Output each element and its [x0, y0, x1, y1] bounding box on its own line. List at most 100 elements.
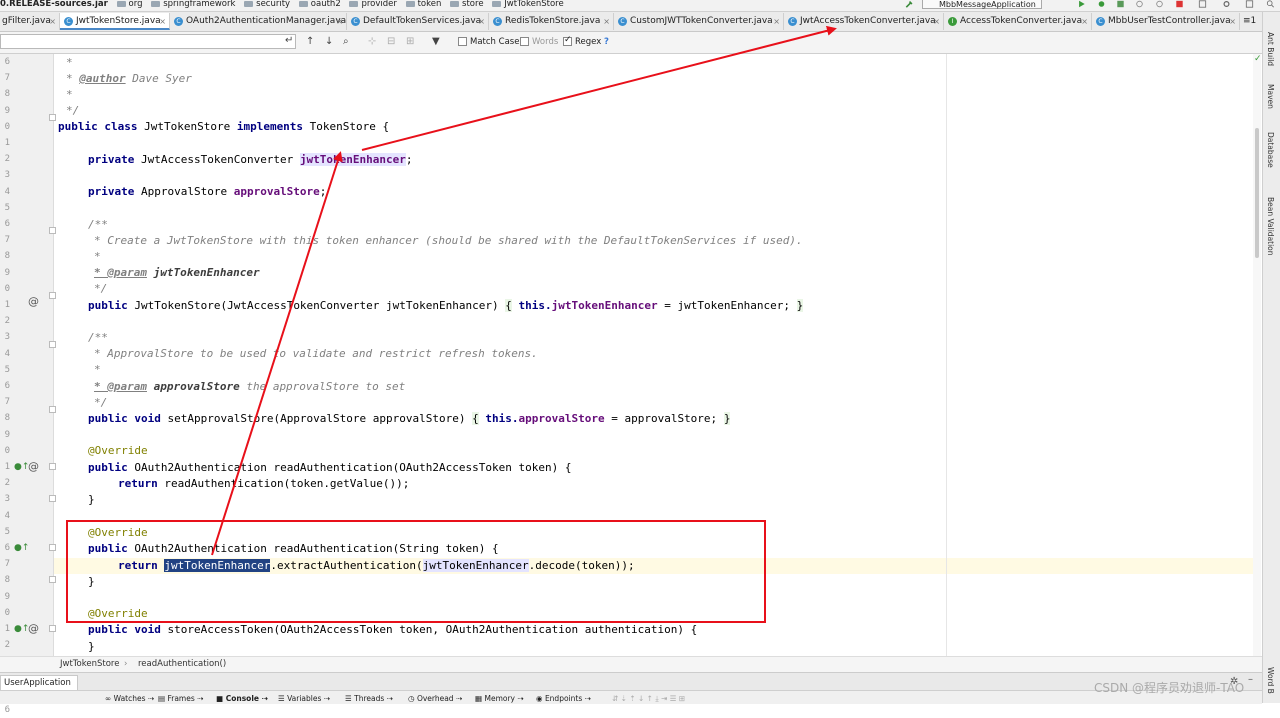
line-number: 1 — [4, 462, 10, 472]
breadcrumb-method[interactable]: readAuthentication() — [138, 659, 226, 669]
crumb-provider[interactable]: provider — [349, 0, 397, 9]
next-occurrence-icon[interactable]: ↓ — [325, 36, 333, 48]
line-number: 7 — [4, 73, 10, 84]
coverage-icon[interactable] — [1116, 0, 1125, 8]
code-line: * Create a JwtTokenStore with this token… — [94, 234, 803, 247]
close-icon[interactable]: × — [336, 13, 343, 30]
implements-marker-icon[interactable]: ●↑ — [14, 540, 29, 556]
class-icon: C — [351, 17, 360, 26]
settings-icon[interactable] — [1222, 0, 1231, 8]
debug-tab-variables[interactable]: ☰ Variables ⇢ — [278, 694, 330, 703]
filter-icon[interactable]: ▼ — [432, 36, 440, 48]
folder-icon — [349, 0, 359, 7]
attach-icon[interactable] — [1155, 0, 1164, 8]
tool-tab-database[interactable]: Database — [1266, 132, 1275, 168]
close-icon[interactable]: × — [773, 13, 780, 30]
line-number: 9 — [4, 429, 10, 440]
project-structure-icon[interactable] — [1198, 0, 1207, 8]
crumb-security[interactable]: security — [244, 0, 290, 9]
code-line: * — [66, 56, 73, 69]
line-number: 7 — [4, 235, 10, 246]
close-icon[interactable]: × — [603, 13, 610, 30]
close-icon[interactable]: × — [478, 13, 485, 30]
crumb-store[interactable]: store — [450, 0, 484, 9]
watermark: CSDN @程序员劝退师-TAO — [1094, 681, 1245, 695]
tab-defaulttokenservices[interactable]: C DefaultTokenServices.java × — [347, 13, 489, 30]
tab-accesstokenconverter[interactable]: I AccessTokenConverter.java × — [944, 13, 1092, 30]
tab-jwtaccesstokenconverter[interactable]: C JwtAccessTokenConverter.java × — [784, 13, 944, 30]
search-input[interactable] — [0, 34, 296, 49]
line-number: 0 — [4, 445, 10, 456]
debug-tab-overhead[interactable]: ◷ Overhead ⇢ — [408, 694, 462, 703]
line-number: 9 — [4, 591, 10, 602]
crumb-springframework[interactable]: springframework — [151, 0, 235, 9]
override-marker-icon[interactable]: @ — [28, 459, 39, 475]
tool-tab-maven[interactable]: Maven — [1266, 84, 1275, 109]
code-line: } — [88, 493, 95, 506]
code-line: private JwtAccessTokenConverter jwtToken… — [88, 153, 413, 166]
clear-search-icon[interactable]: ↵ — [285, 35, 293, 47]
scrollbar-thumb[interactable] — [1255, 128, 1259, 258]
code-line: @Override — [88, 444, 148, 457]
debug-tab-endpoints[interactable]: ◉ Endpoints ⇢ — [536, 694, 591, 703]
search-everywhere-icon[interactable] — [1266, 0, 1275, 8]
tab-mbbusertestcontroller[interactable]: C MbbUserTestController.java × — [1092, 13, 1240, 30]
hammer-icon[interactable] — [905, 0, 914, 8]
unselect-occurrence-icon[interactable]: ⊟ — [387, 36, 395, 48]
select-all-occurrences-icon[interactable]: ⊞ — [406, 36, 414, 48]
tool-tab-bean-validation[interactable]: Bean Validation — [1266, 197, 1275, 256]
stop-icon[interactable] — [1175, 0, 1184, 8]
tab-customjwttokenconverter[interactable]: C CustomJWTTokenConverter.java × — [614, 13, 784, 30]
debug-tab-memory[interactable]: ▦ Memory ⇢ — [475, 694, 524, 703]
previous-occurrence-icon[interactable]: ↑ — [306, 36, 314, 48]
override-marker-icon[interactable]: @ — [28, 621, 39, 637]
code-line: * @author Dave Syer — [66, 72, 192, 85]
close-icon[interactable]: × — [159, 13, 166, 30]
line-number: 2 — [4, 154, 10, 165]
close-icon[interactable]: × — [1081, 13, 1088, 30]
crumb-org[interactable]: org — [116, 0, 142, 9]
words-checkbox[interactable] — [520, 37, 529, 46]
class-icon: C — [788, 17, 797, 26]
debug-tab-threads[interactable]: ☰ Threads ⇢ — [345, 694, 393, 703]
minimize-icon[interactable]: – — [1248, 674, 1253, 685]
crumb-jar[interactable]: 0.RELEASE-sources.jar — [0, 0, 108, 9]
debug-tab-watches[interactable]: ∞ Watches ⇢ — [105, 694, 154, 703]
crumb-token[interactable]: token — [405, 0, 441, 9]
crumb-class[interactable]: JwtTokenStore — [492, 0, 564, 9]
breadcrumb-class[interactable]: JwtTokenStore — [60, 659, 119, 669]
tab-overflow-button[interactable]: ≡1 — [1240, 13, 1262, 30]
run-icon[interactable] — [1077, 0, 1086, 8]
line-number: 2 — [4, 640, 10, 651]
run-configuration-select[interactable]: MbbMessageApplication — [922, 0, 1042, 9]
words-label: Words — [532, 37, 559, 47]
override-marker-icon[interactable]: @ — [28, 294, 39, 310]
tab-oauth2authenticationmanager[interactable]: C OAuth2AuthenticationManager.java × — [170, 13, 347, 30]
debug-tab-console[interactable]: ■ Console ⇢ — [216, 694, 268, 703]
code-line: public void storeAccessToken(OAuth2Acces… — [88, 623, 698, 636]
line-number: 7 — [4, 559, 10, 570]
tab-jwttokenstore[interactable]: C JwtTokenStore.java × — [60, 13, 170, 30]
debug-step-icons[interactable]: ⇵ ⇣ ⇡ ↓ ↑ ⤓ ⇥ ☰ ⊞ — [612, 694, 685, 703]
tab-redistokenstore[interactable]: C RedisTokenStore.java × — [489, 13, 614, 30]
debug-tab-frames[interactable]: ▤ Frames ⇢ — [158, 694, 203, 703]
profile-icon[interactable] — [1135, 0, 1144, 8]
tab-gfilter[interactable]: gFilter.java × — [0, 13, 60, 30]
debug-icon[interactable] — [1097, 0, 1106, 8]
tool-tab-word-book[interactable]: Word B — [1266, 667, 1275, 694]
layout-icon[interactable] — [1245, 0, 1254, 8]
close-icon[interactable]: × — [933, 13, 940, 30]
close-icon[interactable]: × — [49, 13, 56, 30]
match-case-checkbox[interactable] — [458, 37, 467, 46]
tool-tab-ant-build[interactable]: Ant Build — [1266, 32, 1275, 66]
regex-checkbox[interactable] — [563, 35, 572, 46]
regex-help-icon[interactable]: ? — [604, 37, 609, 47]
debug-session-tab[interactable]: UserApplication — [0, 675, 78, 690]
find-all-icon[interactable]: ⌕ — [343, 36, 349, 48]
line-number: 6 — [4, 57, 10, 67]
add-selection-icon[interactable]: ⊹ — [368, 36, 376, 48]
crumb-oauth2[interactable]: oauth2 — [298, 0, 341, 9]
inspection-ok-icon[interactable]: ✓ — [1254, 54, 1262, 64]
close-icon[interactable]: × — [1229, 13, 1236, 30]
breadcrumb-separator: › — [124, 659, 128, 669]
